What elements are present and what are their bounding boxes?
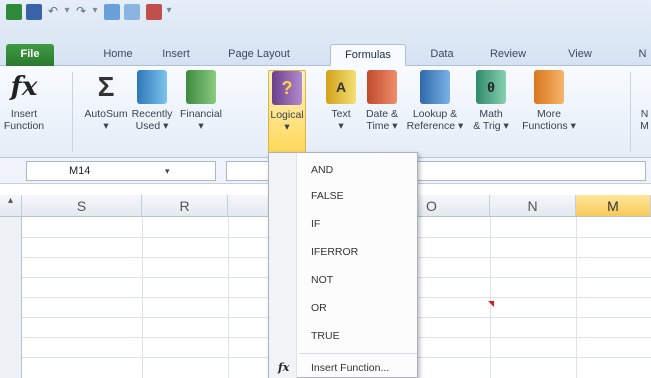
book-text-icon: A <box>326 70 356 104</box>
overflow-label-2: M <box>640 120 649 132</box>
recently-used-label-1: Recently <box>131 108 173 120</box>
chart-icon[interactable] <box>104 4 120 20</box>
date-time-label-2: Time ▾ <box>366 120 398 132</box>
column-header-n[interactable]: N <box>490 195 576 217</box>
more-functions-label-1: More <box>537 108 561 120</box>
column-header-r[interactable]: R <box>142 195 228 217</box>
menu-item-iferror[interactable]: IFERROR <box>269 239 417 265</box>
books-stack-icon <box>534 70 564 104</box>
date-time-button[interactable]: Date & Time ▾ <box>362 70 402 154</box>
book-question-icon: ? <box>272 71 302 105</box>
tab-page-layout[interactable]: Page Layout <box>218 44 300 66</box>
autosum-button[interactable]: Σ AutoSum ▾ <box>84 70 128 154</box>
overflow-label-1: N <box>640 108 649 120</box>
tab-home[interactable]: Home <box>96 44 140 66</box>
formulas-ribbon: fx Insert Function Σ AutoSum ▾ Recently … <box>0 66 651 158</box>
ribbon-separator <box>72 72 73 152</box>
sigma-icon: Σ <box>97 71 115 102</box>
column-header-m[interactable]: M <box>576 195 651 217</box>
book-money-icon <box>186 70 216 104</box>
lookup-reference-label-2: Reference ▾ <box>406 120 464 132</box>
insert-function-button[interactable]: fx Insert Function <box>0 70 48 154</box>
text-label-1: Text <box>331 108 351 120</box>
insert-function-label-1: Insert <box>10 108 38 120</box>
column-header-s[interactable]: S <box>22 195 142 217</box>
redo-dropdown-icon[interactable]: ▾ <box>90 5 100 19</box>
menu-item-false[interactable]: FALSE <box>269 183 417 209</box>
quick-access-toolbar: ↶ ▾ ↷ ▾ ▾ <box>0 0 651 40</box>
fx-icon: fx <box>10 72 38 102</box>
menu-item-and[interactable]: AND <box>269 157 417 183</box>
menu-item-or[interactable]: OR <box>269 295 417 321</box>
book-search-icon <box>420 70 450 104</box>
tab-formulas[interactable]: Formulas <box>330 44 406 66</box>
math-trig-label-2: & Trig ▾ <box>473 120 509 132</box>
recently-used-label-2: Used ▾ <box>135 120 169 132</box>
excel-icon[interactable] <box>6 4 22 20</box>
row-header[interactable] <box>0 217 22 378</box>
menu-item-not[interactable]: NOT <box>269 267 417 293</box>
financial-label-1: Financial <box>179 108 223 120</box>
text-button[interactable]: A Text ▾ <box>326 70 356 154</box>
tab-view[interactable]: View <box>560 44 600 66</box>
date-time-label-1: Date & <box>365 108 399 120</box>
more-functions-label-2: Functions ▾ <box>522 120 576 132</box>
table-icon[interactable] <box>124 4 140 20</box>
menu-item-insert-function[interactable]: fx Insert Function... <box>269 355 417 378</box>
menu-separator <box>299 353 417 354</box>
logical-label-1: Logical <box>270 109 304 121</box>
book-theta-icon: θ <box>476 70 506 104</box>
name-box-dropdown-icon[interactable]: ▾ <box>165 162 170 180</box>
logical-label-2: ▾ <box>284 121 290 133</box>
more-functions-button[interactable]: More Functions ▾ <box>520 70 578 154</box>
lookup-reference-button[interactable]: Lookup & Reference ▾ <box>406 70 464 154</box>
book-calendar-icon <box>367 70 397 104</box>
recently-used-button[interactable]: Recently Used ▾ <box>128 70 176 154</box>
menu-item-true[interactable]: TRUE <box>269 323 417 349</box>
book-star-icon <box>137 70 167 104</box>
logical-functions-menu: AND FALSE IF IFERROR NOT OR TRUE fx Inse… <box>268 152 418 378</box>
tab-overflow[interactable]: N <box>634 44 651 66</box>
ribbon-overflow-button[interactable]: N M <box>638 70 651 154</box>
financial-label-2: ▾ <box>198 120 204 132</box>
fx-icon: fx <box>278 361 290 374</box>
autosum-label-2: ▾ <box>103 120 109 132</box>
tab-insert[interactable]: Insert <box>154 44 198 66</box>
menu-item-if[interactable]: IF <box>269 211 417 237</box>
tab-review[interactable]: Review <box>482 44 534 66</box>
customize-icon[interactable]: ▾ <box>164 5 174 19</box>
financial-button[interactable]: Financial ▾ <box>178 70 224 154</box>
undo-dropdown-icon[interactable]: ▾ <box>62 5 72 19</box>
camera-icon[interactable] <box>146 4 162 20</box>
ribbon-separator <box>630 72 631 152</box>
text-label-2: ▾ <box>338 120 344 132</box>
column-header-o[interactable]: O <box>418 195 490 217</box>
tab-data[interactable]: Data <box>422 44 462 66</box>
overflow-icon <box>638 70 651 104</box>
autosum-label-1: AutoSum <box>84 108 128 120</box>
tab-file[interactable]: File <box>6 44 54 66</box>
name-box-value: M14 <box>69 165 91 177</box>
lookup-reference-label-1: Lookup & <box>412 108 458 120</box>
math-trig-label-1: Math <box>479 108 503 120</box>
save-icon[interactable] <box>26 4 42 20</box>
comment-indicator-icon[interactable] <box>488 301 494 307</box>
insert-function-label-2: Function <box>3 120 45 132</box>
ribbon-tabs: File Home Insert Page Layout Formulas Da… <box>0 40 651 66</box>
math-trig-button[interactable]: θ Math & Trig ▾ <box>468 70 514 154</box>
name-box[interactable]: M14 ▾ <box>26 161 216 181</box>
select-all-corner[interactable]: ▴ <box>0 195 22 217</box>
logical-button[interactable]: ? Logical ▾ <box>268 70 306 154</box>
insert-function-label: Insert Function... <box>311 362 390 374</box>
